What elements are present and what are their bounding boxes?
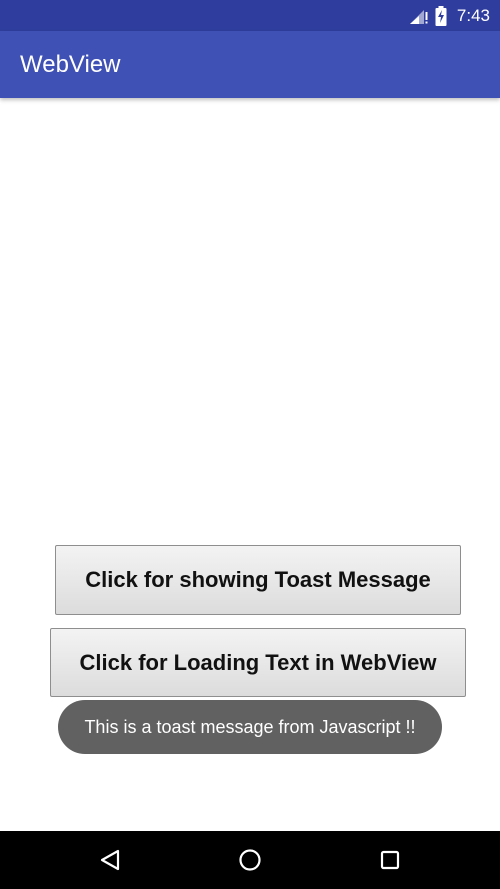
status-bar: 7:43 [0,0,500,31]
show-toast-button[interactable]: Click for showing Toast Message [55,545,461,615]
status-time: 7:43 [456,5,490,25]
nav-back-button[interactable] [80,831,140,889]
recents-icon [380,850,400,870]
app-bar: WebView [0,31,500,98]
status-icons: 7:43 [409,0,490,31]
navigation-bar [0,831,500,889]
home-icon [239,849,261,871]
nav-recents-button[interactable] [360,831,420,889]
app-title: WebView [20,51,121,78]
phone-screen: 7:43 WebView Click for showing Toast Mes… [0,0,500,889]
load-text-button[interactable]: Click for Loading Text in WebView [50,628,466,697]
nav-home-button[interactable] [220,831,280,889]
webview-content[interactable]: Click for showing Toast Message Click fo… [0,98,500,831]
back-icon [100,849,120,871]
signal-icon [409,9,428,24]
battery-charging-icon [435,5,447,26]
toast-message: This is a toast message from Javascript … [58,700,442,754]
